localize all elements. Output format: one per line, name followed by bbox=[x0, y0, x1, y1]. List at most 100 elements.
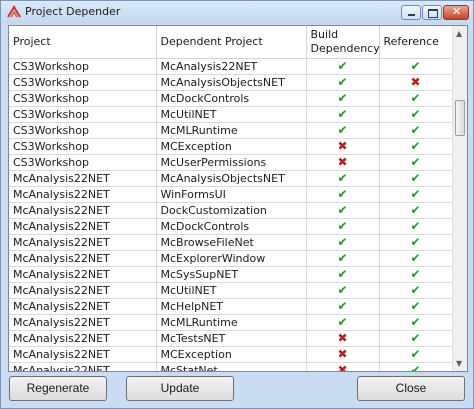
project-cell[interactable]: McAnalysis22NET bbox=[9, 186, 157, 203]
dependent-project-cell[interactable]: MCException bbox=[156, 138, 307, 155]
dependent-project-cell[interactable]: McUtilNET bbox=[156, 106, 307, 123]
table-row[interactable]: McAnalysis22NET McUtilNET ✔ ✔ bbox=[9, 282, 452, 299]
table-row[interactable]: CS3Workshop McAnalysisObjectsNET ✔ ✖ bbox=[9, 74, 452, 91]
reference-cell[interactable]: ✔ bbox=[379, 170, 452, 187]
reference-cell[interactable]: ✔ bbox=[379, 138, 452, 155]
project-cell[interactable]: CS3Workshop bbox=[9, 122, 157, 139]
table-row[interactable]: McAnalysis22NET McStatNet ✖ ✔ bbox=[9, 362, 452, 371]
table-row[interactable]: CS3Workshop McMLRuntime ✔ ✔ bbox=[9, 122, 452, 139]
update-button[interactable]: Update bbox=[126, 376, 234, 401]
close-button[interactable]: Close bbox=[357, 376, 465, 401]
build-dependency-cell[interactable]: ✔ bbox=[306, 298, 380, 315]
dependent-project-cell[interactable]: DockCustomization bbox=[156, 202, 307, 219]
dependent-project-cell[interactable]: McDockControls bbox=[156, 218, 307, 235]
project-cell[interactable]: McAnalysis22NET bbox=[9, 330, 157, 347]
table-row[interactable]: McAnalysis22NET McSysSupNET ✔ ✔ bbox=[9, 266, 452, 283]
table-row[interactable]: CS3Workshop McDockControls ✔ ✔ bbox=[9, 90, 452, 107]
table-row[interactable]: CS3Workshop McAnalysis22NET ✔ ✔ bbox=[9, 58, 452, 75]
regenerate-button[interactable]: Regenerate bbox=[9, 376, 107, 401]
column-header-reference[interactable]: Reference bbox=[379, 26, 452, 59]
build-dependency-cell[interactable]: ✔ bbox=[306, 282, 380, 299]
scroll-thumb[interactable] bbox=[455, 100, 465, 136]
build-dependency-cell[interactable]: ✔ bbox=[306, 266, 380, 283]
build-dependency-cell[interactable]: ✔ bbox=[306, 186, 380, 203]
dependent-project-cell[interactable]: MCException bbox=[156, 346, 307, 363]
reference-cell[interactable]: ✔ bbox=[379, 266, 452, 283]
table-row[interactable]: McAnalysis22NET DockCustomization ✔ ✔ bbox=[9, 202, 452, 219]
reference-cell[interactable]: ✔ bbox=[379, 202, 452, 219]
column-header-build-dependency[interactable]: Build Dependency bbox=[306, 26, 380, 59]
table-row[interactable]: CS3Workshop McUtilNET ✔ ✔ bbox=[9, 106, 452, 123]
project-cell[interactable]: CS3Workshop bbox=[9, 106, 157, 123]
reference-cell[interactable]: ✔ bbox=[379, 346, 452, 363]
build-dependency-cell[interactable]: ✔ bbox=[306, 314, 380, 331]
dependency-grid[interactable]: Project Dependent Project Build Dependenc… bbox=[9, 26, 452, 371]
project-cell[interactable]: CS3Workshop bbox=[9, 138, 157, 155]
reference-cell[interactable]: ✔ bbox=[379, 218, 452, 235]
build-dependency-cell[interactable]: ✔ bbox=[306, 234, 380, 251]
vertical-scrollbar[interactable]: ▲ ▼ bbox=[452, 26, 467, 371]
dependent-project-cell[interactable]: McBrowseFileNet bbox=[156, 234, 307, 251]
reference-cell[interactable]: ✔ bbox=[379, 298, 452, 315]
table-row[interactable]: CS3Workshop MCException ✖ ✔ bbox=[9, 138, 452, 155]
reference-cell[interactable]: ✔ bbox=[379, 250, 452, 267]
table-row[interactable]: McAnalysis22NET WinFormsUI ✔ ✔ bbox=[9, 186, 452, 203]
dependent-project-cell[interactable]: McTestsNET bbox=[156, 330, 307, 347]
reference-cell[interactable]: ✔ bbox=[379, 122, 452, 139]
project-cell[interactable]: McAnalysis22NET bbox=[9, 250, 157, 267]
table-row[interactable]: McAnalysis22NET McDockControls ✔ ✔ bbox=[9, 218, 452, 235]
build-dependency-cell[interactable]: ✔ bbox=[306, 58, 380, 75]
dependent-project-cell[interactable]: McExplorerWindow bbox=[156, 250, 307, 267]
dependent-project-cell[interactable]: WinFormsUI bbox=[156, 186, 307, 203]
project-cell[interactable]: McAnalysis22NET bbox=[9, 362, 157, 371]
dependent-project-cell[interactable]: McHelpNET bbox=[156, 298, 307, 315]
reference-cell[interactable]: ✔ bbox=[379, 154, 452, 171]
table-row[interactable]: McAnalysis22NET MCException ✖ ✔ bbox=[9, 346, 452, 363]
project-cell[interactable]: McAnalysis22NET bbox=[9, 202, 157, 219]
dependent-project-cell[interactable]: McSysSupNET bbox=[156, 266, 307, 283]
project-cell[interactable]: McAnalysis22NET bbox=[9, 218, 157, 235]
dependent-project-cell[interactable]: McMLRuntime bbox=[156, 122, 307, 139]
project-cell[interactable]: CS3Workshop bbox=[9, 74, 157, 91]
table-row[interactable]: McAnalysis22NET McHelpNET ✔ ✔ bbox=[9, 298, 452, 315]
dependent-project-cell[interactable]: McAnalysis22NET bbox=[156, 58, 307, 75]
build-dependency-cell[interactable]: ✔ bbox=[306, 90, 380, 107]
build-dependency-cell[interactable]: ✖ bbox=[306, 330, 380, 347]
build-dependency-cell[interactable]: ✖ bbox=[306, 346, 380, 363]
project-cell[interactable]: CS3Workshop bbox=[9, 90, 157, 107]
table-row[interactable]: McAnalysis22NET McTestsNET ✖ ✔ bbox=[9, 330, 452, 347]
build-dependency-cell[interactable]: ✔ bbox=[306, 106, 380, 123]
dependent-project-cell[interactable]: McDockControls bbox=[156, 90, 307, 107]
reference-cell[interactable]: ✔ bbox=[379, 330, 452, 347]
scroll-down-icon[interactable]: ▼ bbox=[456, 359, 462, 368]
build-dependency-cell[interactable]: ✔ bbox=[306, 74, 380, 91]
scroll-up-icon[interactable]: ▲ bbox=[456, 29, 462, 38]
column-header-project[interactable]: Project bbox=[9, 26, 157, 59]
reference-cell[interactable]: ✔ bbox=[379, 282, 452, 299]
project-cell[interactable]: McAnalysis22NET bbox=[9, 282, 157, 299]
dependent-project-cell[interactable]: McUtilNET bbox=[156, 282, 307, 299]
column-header-dependent-project[interactable]: Dependent Project bbox=[156, 26, 307, 59]
table-row[interactable]: McAnalysis22NET McAnalysisObjectsNET ✔ ✔ bbox=[9, 170, 452, 187]
reference-cell[interactable]: ✔ bbox=[379, 362, 452, 371]
dependent-project-cell[interactable]: McUserPermissions bbox=[156, 154, 307, 171]
title-bar[interactable]: Project Depender ✕ bbox=[1, 1, 473, 24]
reference-cell[interactable]: ✔ bbox=[379, 186, 452, 203]
build-dependency-cell[interactable]: ✔ bbox=[306, 218, 380, 235]
project-cell[interactable]: McAnalysis22NET bbox=[9, 266, 157, 283]
project-cell[interactable]: McAnalysis22NET bbox=[9, 314, 157, 331]
dependent-project-cell[interactable]: McStatNet bbox=[156, 362, 307, 371]
reference-cell[interactable]: ✔ bbox=[379, 234, 452, 251]
reference-cell[interactable]: ✔ bbox=[379, 90, 452, 107]
build-dependency-cell[interactable]: ✔ bbox=[306, 202, 380, 219]
dependent-project-cell[interactable]: McMLRuntime bbox=[156, 314, 307, 331]
project-cell[interactable]: McAnalysis22NET bbox=[9, 298, 157, 315]
build-dependency-cell[interactable]: ✔ bbox=[306, 170, 380, 187]
reference-cell[interactable]: ✔ bbox=[379, 314, 452, 331]
project-cell[interactable]: CS3Workshop bbox=[9, 58, 157, 75]
table-row[interactable]: McAnalysis22NET McBrowseFileNet ✔ ✔ bbox=[9, 234, 452, 251]
reference-cell[interactable]: ✔ bbox=[379, 106, 452, 123]
dependent-project-cell[interactable]: McAnalysisObjectsNET bbox=[156, 74, 307, 91]
table-row[interactable]: McAnalysis22NET McMLRuntime ✔ ✔ bbox=[9, 314, 452, 331]
project-cell[interactable]: McAnalysis22NET bbox=[9, 346, 157, 363]
